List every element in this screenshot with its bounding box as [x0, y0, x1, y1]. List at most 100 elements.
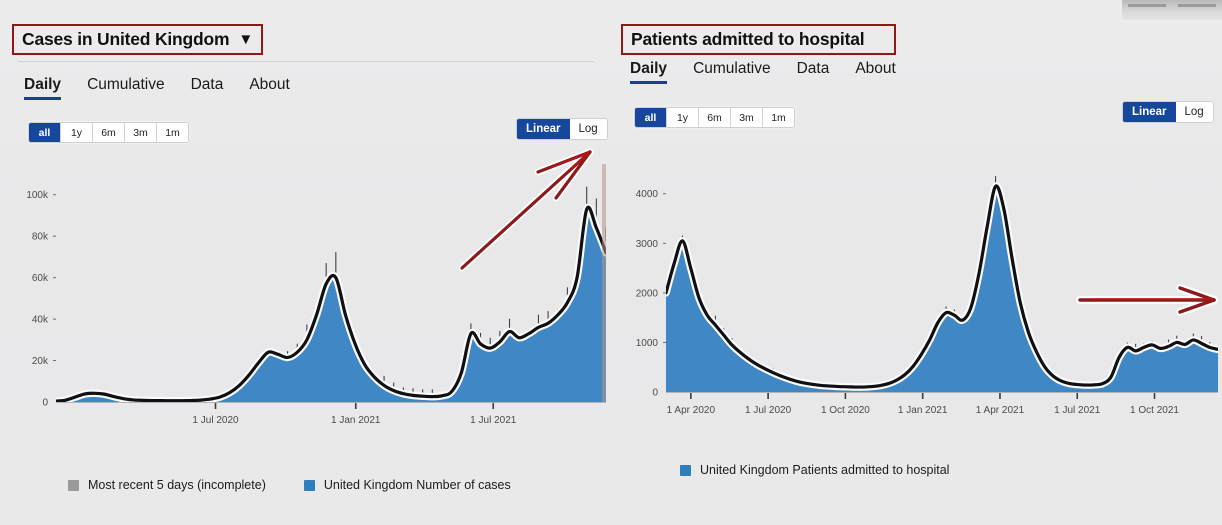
range-btn-1y[interactable]: 1y — [61, 123, 93, 142]
scale-btn-log-label: Log — [578, 123, 598, 135]
cases-panel: Cases in United Kingdom ▼ Daily Cumulati… — [0, 0, 612, 525]
range-btn-6m[interactable]: 6m — [699, 108, 731, 127]
svg-text:80k: 80k — [32, 232, 49, 243]
range-btn-1m[interactable]: 1m — [157, 123, 188, 142]
svg-text:1 Jul 2020: 1 Jul 2020 — [192, 415, 239, 426]
svg-text:1 Jul 2020: 1 Jul 2020 — [745, 405, 792, 416]
svg-text:4000: 4000 — [636, 189, 659, 200]
hospital-legend: United Kingdom Patients admitted to hosp… — [680, 463, 987, 477]
scale-btn-linear-label: Linear — [526, 123, 561, 135]
cases-plot-area — [56, 164, 606, 402]
svg-text:1 Jul 2021: 1 Jul 2021 — [1054, 405, 1101, 416]
svg-text:60k: 60k — [32, 273, 49, 284]
hospital-chart-svg: 01000200030004000 1 Apr 2020 1 Jul 2020 1 … — [636, 176, 1218, 416]
tab-daily-label: Daily — [630, 60, 668, 77]
page-title: Patients admitted to hospital — [631, 28, 865, 49]
legend-label-incomplete: Most recent 5 days (incomplete) — [88, 478, 266, 492]
range-btn-6m-label: 6m — [707, 111, 722, 124]
range-btn-3m[interactable]: 3m — [125, 123, 157, 142]
svg-text:1000: 1000 — [636, 338, 659, 349]
tab-data[interactable]: Data — [784, 60, 843, 83]
title-trailing-spacer — [864, 31, 886, 47]
svg-text:1 Apr 2020: 1 Apr 2020 — [667, 405, 716, 416]
range-btn-3m[interactable]: 3m — [731, 108, 763, 127]
svg-text:40k: 40k — [32, 315, 49, 326]
tab-cumulative[interactable]: Cumulative — [680, 60, 784, 83]
cases-range-selector: all 1y 6m 3m 1m — [28, 122, 189, 143]
range-btn-all-label: all — [38, 126, 51, 139]
range-btn-1m[interactable]: 1m — [763, 108, 794, 127]
tab-cumulative[interactable]: Cumulative — [74, 76, 178, 99]
range-btn-6m-label: 6m — [101, 126, 116, 139]
hospital-range-selector: all 1y 6m 3m 1m — [634, 107, 795, 128]
tab-data-label: Data — [190, 76, 224, 93]
svg-text:1 Apr 2021: 1 Apr 2021 — [976, 405, 1025, 416]
svg-text:20k: 20k — [32, 356, 49, 367]
scale-btn-log[interactable]: Log — [1175, 102, 1213, 122]
svg-text:1 Oct 2021: 1 Oct 2021 — [1130, 405, 1179, 416]
page-title: Cases in United Kingdom — [22, 28, 230, 49]
scale-btn-log-label: Log — [1184, 106, 1204, 118]
hospital-tabs: Daily Cumulative Data About — [630, 60, 909, 84]
cases-title-box[interactable]: Cases in United Kingdom ▼ — [12, 24, 264, 55]
hospital-plot-area — [666, 176, 1218, 392]
hospital-panel: Patients admitted to hospital Daily Cumu… — [612, 0, 1222, 525]
svg-text:2000: 2000 — [636, 288, 659, 299]
tab-daily[interactable]: Daily — [630, 60, 680, 84]
range-btn-all[interactable]: all — [29, 123, 61, 142]
svg-text:1 Jan 2021: 1 Jan 2021 — [331, 415, 381, 426]
legend-label-hospital: United Kingdom Patients admitted to hosp… — [700, 463, 950, 477]
tab-daily-label: Daily — [24, 76, 62, 93]
range-btn-3m-label: 3m — [739, 111, 754, 124]
range-btn-3m-label: 3m — [133, 126, 148, 139]
scale-btn-linear-label: Linear — [1132, 106, 1167, 118]
cases-scale-toggle: Linear Log — [516, 118, 608, 140]
tab-about-label: About — [249, 76, 290, 93]
cases-legend: Most recent 5 days (incomplete) United K… — [68, 478, 549, 492]
legend-swatch-grey — [68, 479, 79, 491]
tab-cumulative-label: Cumulative — [693, 60, 771, 77]
svg-text:1 Jul 2021: 1 Jul 2021 — [470, 415, 517, 426]
legend-item-hospital: United Kingdom Patients admitted to hosp… — [680, 463, 949, 477]
scale-btn-log[interactable]: Log — [569, 119, 607, 139]
scale-btn-linear[interactable]: Linear — [517, 119, 570, 139]
svg-text:3000: 3000 — [636, 239, 659, 250]
hospital-chart[interactable]: 0 1000 2000 3000 4000 1 Apr 2020 1 Jul 2020 1 … — [612, 150, 1222, 450]
svg-text:1 Jan 2021: 1 Jan 2021 — [898, 405, 948, 416]
legend-swatch-blue — [680, 464, 691, 476]
range-btn-1m-label: 1m — [165, 126, 180, 139]
svg-text:1 Oct 2020: 1 Oct 2020 — [821, 405, 870, 416]
tab-about[interactable]: About — [236, 76, 303, 99]
hospital-x-axis: 1 Apr 2020 1 Jul 2020 1 Oct 2020 1 Jan 2021… — [667, 393, 1179, 416]
legend-label-cases: United Kingdom Number of cases — [323, 478, 511, 492]
tab-data[interactable]: Data — [178, 76, 237, 99]
range-btn-1y-label: 1y — [676, 111, 689, 124]
svg-text:100k: 100k — [26, 190, 49, 201]
cases-chart-svg: 020k40k60k80k100k 1 Jul 2020 1 Jan 2021 1 … — [26, 164, 606, 426]
range-btn-1y-label: 1y — [70, 126, 83, 139]
hospital-scale-toggle: Linear Log — [1122, 101, 1214, 123]
tab-data-label: Data — [796, 60, 830, 77]
page-root: Cases in United Kingdom ▼ Daily Cumulati… — [0, 0, 1222, 525]
svg-text:0: 0 — [42, 398, 48, 409]
range-btn-1m-label: 1m — [771, 111, 786, 124]
range-btn-6m[interactable]: 6m — [93, 123, 125, 142]
legend-swatch-blue — [303, 479, 315, 491]
range-btn-all-label: all — [644, 111, 657, 124]
cases-tabs: Daily Cumulative Data About — [24, 76, 303, 100]
tab-daily[interactable]: Daily — [24, 76, 74, 100]
tab-cumulative-label: Cumulative — [87, 76, 165, 93]
legend-item-incomplete: Most recent 5 days (incomplete) — [68, 478, 266, 492]
svg-text:0: 0 — [652, 388, 658, 399]
legend-item-cases: United Kingdom Number of cases — [303, 478, 511, 492]
tab-about-label: About — [855, 60, 896, 77]
range-btn-all[interactable]: all — [635, 108, 667, 127]
scale-btn-linear[interactable]: Linear — [1123, 102, 1176, 122]
cases-x-axis: 1 Jul 2020 1 Jan 2021 1 Jul 2021 — [192, 403, 517, 426]
tab-about[interactable]: About — [842, 60, 909, 83]
hospital-title-box[interactable]: Patients admitted to hospital — [621, 24, 897, 55]
header-divider — [18, 61, 594, 62]
chevron-down-icon[interactable]: ▼ — [238, 32, 253, 47]
cases-chart[interactable]: 0 20k 40k 60k 80k 100k 1 Jul 2020 1 Jan 2021 1 … — [0, 160, 612, 450]
range-btn-1y[interactable]: 1y — [667, 108, 699, 127]
